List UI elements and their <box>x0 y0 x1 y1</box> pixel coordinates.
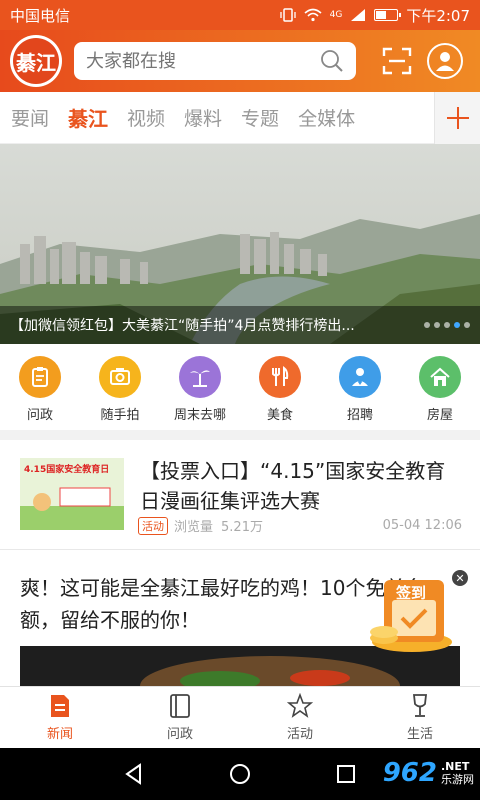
tab-yaowen[interactable]: 要闻 <box>11 104 49 131</box>
publish-time: 05-04 12:06 <box>382 518 462 533</box>
tab-zhuanti[interactable]: 专题 <box>241 104 279 131</box>
nav-label: 活动 <box>286 727 313 742</box>
plus-icon <box>446 107 469 129</box>
app-screen: 中国电信 4G 下午2:07 綦江 要闻 綦江 视频 爆料 专题 全媒体 <box>0 0 480 800</box>
quick-link-label: 招聘 <box>346 408 373 423</box>
quick-links: 问政 随手拍 周末去哪 美食 招聘 房屋 <box>0 344 480 430</box>
clipboard-icon <box>32 367 48 387</box>
carrier-label: 中国电信 <box>10 6 71 25</box>
quick-link-label: 随手拍 <box>100 408 140 423</box>
nav-wenzheng[interactable]: 问政 <box>120 687 240 748</box>
battery-icon <box>374 9 402 21</box>
watermark-name: 乐游网 <box>441 773 474 786</box>
clock: 下午2:07 <box>406 6 470 25</box>
tab-baoliao[interactable]: 爆料 <box>184 104 222 131</box>
nav-label: 新闻 <box>46 727 73 742</box>
scan-icon[interactable] <box>382 46 412 76</box>
tab-video[interactable]: 视频 <box>127 104 165 131</box>
carousel-dot[interactable] <box>464 322 470 328</box>
wifi-icon <box>304 8 322 22</box>
banner-carousel[interactable]: 【加微信领红包】大美綦江“随手拍”4月点赞排行榜出... <box>0 144 480 344</box>
star-icon <box>287 693 313 718</box>
palm-tree-icon <box>190 370 210 387</box>
carousel-dot-active[interactable] <box>454 322 460 328</box>
tab-quanmeiti[interactable]: 全媒体 <box>298 104 355 131</box>
quick-link-weekend[interactable]: 周末去哪 <box>165 356 235 430</box>
network-label: 4G <box>329 10 343 20</box>
status-bar: 中国电信 4G 下午2:07 <box>0 0 480 30</box>
quick-link-suishoupai[interactable]: 随手拍 <box>85 356 155 430</box>
recents-icon[interactable] <box>334 762 358 786</box>
category-badge: 活动 <box>138 516 168 535</box>
site-watermark: 962 .NET 乐游网 <box>383 752 474 794</box>
add-channel-button[interactable] <box>434 92 480 144</box>
channel-tabs: 要闻 綦江 视频 爆料 专题 全媒体 <box>0 92 480 144</box>
quick-link-label: 美食 <box>266 408 293 423</box>
quick-link-wenzheng[interactable]: 问政 <box>5 356 75 430</box>
news-icon <box>51 695 69 717</box>
house-icon <box>430 367 450 386</box>
sign-in-label: 签到 <box>396 584 427 602</box>
banner-caption-text: 【加微信领红包】大美綦江“随手拍”4月点赞排行榜出... <box>10 318 355 334</box>
quick-link-label: 问政 <box>26 408 53 423</box>
wine-glass-icon <box>412 694 428 717</box>
bottom-navigation: 新闻 问政 活动 生活 <box>0 686 480 748</box>
camera-icon <box>110 368 130 385</box>
news-item[interactable]: 4.15国家安全教育日 【投票入口】“4.15”国家安全教育日漫画征集评选大赛 … <box>0 440 480 550</box>
logo-text: 綦江 <box>13 38 59 84</box>
back-icon[interactable] <box>122 762 146 786</box>
carousel-dot[interactable] <box>434 322 440 328</box>
tab-qijiang[interactable]: 綦江 <box>68 103 108 132</box>
search-bar[interactable] <box>74 42 356 80</box>
nav-label: 问政 <box>166 727 193 742</box>
quick-link-label: 房屋 <box>426 408 453 423</box>
user-profile-button[interactable] <box>427 43 463 79</box>
watermark-domain: .NET <box>441 760 470 773</box>
nav-label: 生活 <box>406 727 433 742</box>
nav-activity[interactable]: 活动 <box>240 687 360 748</box>
section-divider <box>0 430 480 440</box>
news-thumbnail: 4.15国家安全教育日 <box>20 458 124 530</box>
vibrate-icon <box>279 8 296 22</box>
book-icon <box>170 694 190 718</box>
quick-link-food[interactable]: 美食 <box>245 356 315 430</box>
news-meta: 活动 浏览量 5.21万 05-04 12:06 <box>138 516 462 535</box>
signal-icon <box>351 9 366 21</box>
person-icon <box>352 368 368 386</box>
thumbnail-text: 4.15国家安全教育日 <box>24 465 110 475</box>
close-icon[interactable]: ✕ <box>452 570 468 586</box>
news-title: 【投票入口】“4.15”国家安全教育日漫画征集评选大赛 <box>140 459 446 513</box>
user-icon <box>436 52 454 71</box>
fork-knife-icon <box>272 365 289 386</box>
views-count: 5.21万 <box>221 520 263 535</box>
app-header: 綦江 <box>0 30 480 92</box>
views-label: 浏览量 <box>174 520 214 535</box>
carousel-dots <box>424 322 470 328</box>
banner-caption[interactable]: 【加微信领红包】大美綦江“随手拍”4月点赞排行榜出... <box>0 306 480 344</box>
quick-link-jobs[interactable]: 招聘 <box>325 356 395 430</box>
nav-news[interactable]: 新闻 <box>0 687 120 748</box>
sign-in-floating-button[interactable]: 签到 <box>362 572 462 656</box>
search-icon[interactable] <box>320 49 344 73</box>
carousel-dot[interactable] <box>424 322 430 328</box>
watermark-number: 962 <box>382 758 437 788</box>
home-icon[interactable] <box>228 762 252 786</box>
carousel-dot[interactable] <box>444 322 450 328</box>
search-input[interactable] <box>86 50 320 72</box>
quick-link-label: 周末去哪 <box>173 408 226 423</box>
nav-life[interactable]: 生活 <box>360 687 480 748</box>
quick-link-housing[interactable]: 房屋 <box>405 356 475 430</box>
app-logo[interactable]: 綦江 <box>10 35 62 87</box>
